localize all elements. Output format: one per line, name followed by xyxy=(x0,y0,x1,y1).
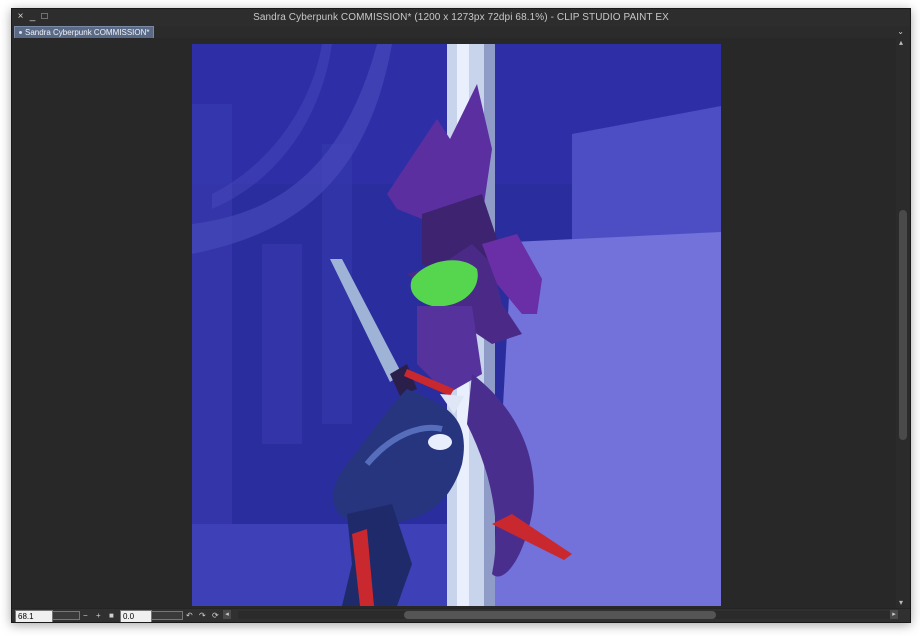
artwork-canvas[interactable] xyxy=(192,44,721,606)
status-bar: − + ■ ↶ ↷ ⟳ ◂ ▸ xyxy=(12,608,910,622)
zoom-out-icon[interactable]: − xyxy=(83,610,88,621)
vertical-scrollbar[interactable]: ▴ ▾ xyxy=(896,38,910,609)
scroll-right-icon[interactable]: ▸ xyxy=(890,610,898,619)
zoom-in-icon[interactable]: + xyxy=(96,610,101,621)
scroll-up-icon[interactable]: ▴ xyxy=(899,38,903,47)
document-tab-bar: Sandra Cyberpunk COMMISSION* ⌄ xyxy=(12,26,910,39)
rotate-right-icon[interactable]: ↷ xyxy=(199,610,206,621)
vertical-scroll-thumb[interactable] xyxy=(899,210,907,440)
app-window: × _ □ Sandra Cyberpunk COMMISSION* (1200… xyxy=(11,8,911,623)
rotate-left-icon[interactable]: ↶ xyxy=(186,610,193,621)
scroll-down-icon[interactable]: ▾ xyxy=(899,598,903,607)
title-bar[interactable]: × _ □ Sandra Cyberpunk COMMISSION* (1200… xyxy=(12,9,910,26)
horizontal-scrollbar[interactable] xyxy=(238,611,894,619)
rotation-input[interactable] xyxy=(120,610,152,622)
tab-label: Sandra Cyberpunk COMMISSION* xyxy=(25,28,150,37)
artwork-building-mid xyxy=(262,244,302,444)
window-title: Sandra Cyberpunk COMMISSION* (1200 x 127… xyxy=(253,12,669,23)
tab-status-dot-icon xyxy=(19,31,22,34)
fit-view-icon[interactable]: ■ xyxy=(109,610,114,621)
tab-menu-chevron-icon[interactable]: ⌄ xyxy=(897,26,904,37)
rotation-slider[interactable] xyxy=(151,611,183,620)
scroll-left-icon[interactable]: ◂ xyxy=(223,610,231,619)
zoom-input[interactable] xyxy=(15,610,53,622)
canvas-area[interactable] xyxy=(12,38,896,609)
horizontal-scroll-thumb[interactable] xyxy=(404,611,716,619)
zoom-slider[interactable] xyxy=(52,611,80,620)
artwork-leg-highlight xyxy=(428,434,452,450)
reset-rotation-icon[interactable]: ⟳ xyxy=(212,610,219,621)
